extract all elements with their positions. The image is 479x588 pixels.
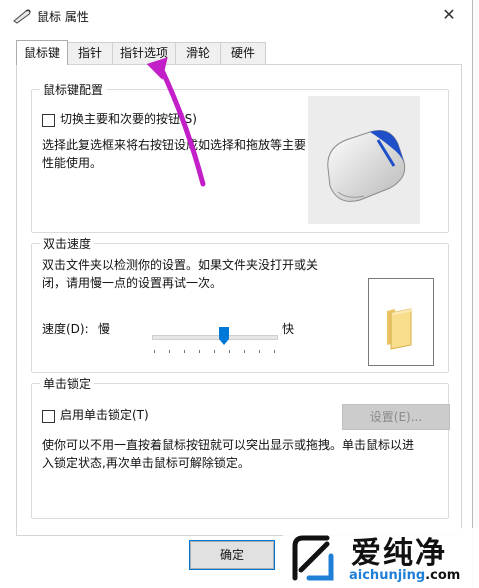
mouse-preview	[308, 96, 420, 224]
button-config-group: 鼠标键配置 切换主要和次要的按钮(S) 选择此复选框来将右按钮设成如选择和拖放等…	[31, 81, 449, 233]
mouse-icon	[327, 130, 406, 202]
click-lock-settings-button[interactable]: 设置(E)...	[342, 404, 450, 430]
folder-icon[interactable]	[369, 279, 433, 365]
button-config-desc-line1: 选择此复选框来将右按钮设成如选择和拖放等主要	[42, 138, 307, 152]
watermark-url-suffix: .com	[425, 568, 461, 583]
switch-buttons-checkbox[interactable]	[42, 114, 55, 127]
buttons-tab-panel: 鼠标键配置 切换主要和次要的按钮(S) 选择此复选框来将右按钮设成如选择和拖放等…	[16, 64, 462, 536]
close-button[interactable]: ✕	[432, 0, 466, 30]
tab-buttons[interactable]: 鼠标键	[16, 40, 68, 65]
click-lock-desc-line2: 入锁定状态,再次单击鼠标可解除锁定。	[42, 456, 250, 470]
window-title: 鼠标 属性	[37, 10, 89, 24]
tab-wheel[interactable]: 滑轮	[175, 42, 221, 64]
slider-tick	[274, 350, 275, 353]
double-click-title: 双击速度	[40, 235, 95, 252]
click-lock-group: 单击锁定 启用单击锁定(T) 设置(E)... 使你可以不用一直按着鼠标按钮就可…	[31, 375, 450, 519]
mouse-properties-window: 鼠标 属性 ✕ 鼠标键 指针 指针选项 滑轮 硬件 鼠标键配置 切换主要和次要的…	[0, 0, 473, 588]
mouse-pointer-icon	[13, 9, 31, 24]
speed-label: 速度(D):	[42, 322, 89, 336]
watermark-url-prefix: aichunjing	[349, 568, 426, 583]
slider-tick	[154, 350, 155, 353]
watermark-url: aichunjing.com	[349, 568, 460, 583]
click-lock-checkbox[interactable]	[42, 410, 55, 423]
watermark-brand: 爱纯净	[351, 536, 447, 571]
fast-label: 快	[282, 322, 295, 336]
slider-tick	[229, 350, 230, 353]
slider-tick	[169, 350, 170, 353]
tab-pointer-options[interactable]: 指针选项	[112, 42, 176, 64]
slider-tick	[244, 350, 245, 353]
title-bar[interactable]: 鼠标 属性 ✕	[0, 0, 472, 32]
click-lock-label[interactable]: 启用单击锁定(T)	[60, 406, 149, 424]
slider-tick	[259, 350, 260, 353]
background-window-edge	[473, 0, 479, 588]
click-lock-title: 单击锁定	[40, 375, 95, 392]
button-config-desc-line2: 性能使用。	[42, 156, 103, 170]
site-logo-icon	[292, 535, 334, 581]
speed-slider-track[interactable]	[152, 335, 278, 340]
slider-tick	[199, 350, 200, 353]
double-click-desc-line1: 双击文件夹以检测你的设置。如果文件夹没打开或关	[42, 258, 319, 272]
double-click-group: 双击速度 双击文件夹以检测你的设置。如果文件夹没打开或关 闭，请用慢一点的设置再…	[31, 235, 449, 373]
slider-tick	[214, 350, 215, 353]
button-config-title: 鼠标键配置	[40, 81, 107, 98]
tab-hardware[interactable]: 硬件	[220, 42, 266, 64]
switch-buttons-label[interactable]: 切换主要和次要的按钮(S)	[60, 110, 197, 128]
click-lock-desc-line1: 使你可以不用一直按着鼠标按钮就可以突出显示或拖拽。单击鼠标以进	[42, 438, 415, 452]
speed-slider-thumb[interactable]	[219, 327, 229, 345]
slow-label: 慢	[98, 322, 111, 336]
double-click-desc-line2: 闭，请用慢一点的设置再试一次。	[42, 276, 223, 290]
slider-tick	[184, 350, 185, 353]
site-watermark: 爱纯净 aichunjing.com	[283, 528, 479, 588]
ok-button[interactable]: 确定	[189, 540, 275, 570]
test-folder-area[interactable]	[368, 278, 434, 366]
tab-pointers[interactable]: 指针	[67, 42, 113, 64]
